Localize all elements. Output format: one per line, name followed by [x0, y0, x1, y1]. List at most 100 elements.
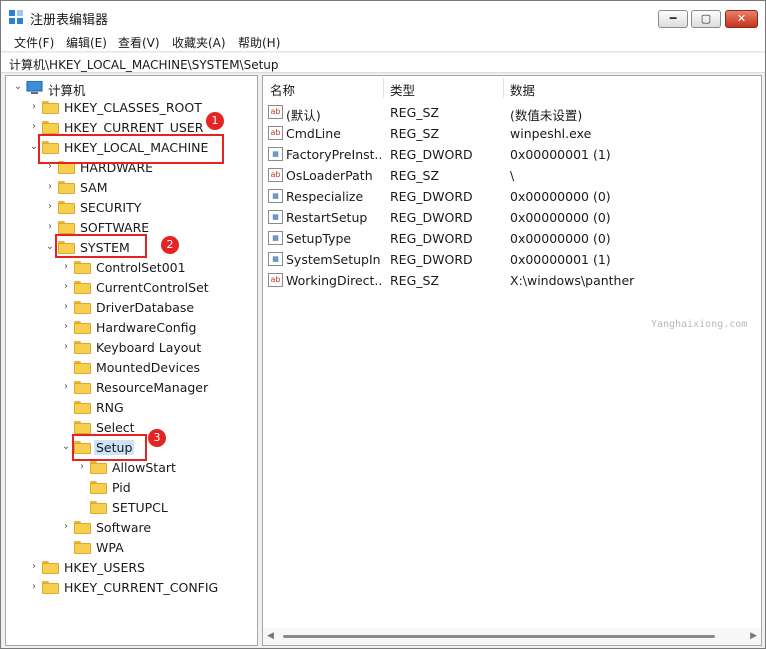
title-bar[interactable]: 注册表编辑器 ━ ▢ ✕: [1, 1, 765, 31]
folder-icon: [90, 481, 107, 494]
value-row[interactable]: ▦ RestartSetup REG_DWORD 0x00000000 (0): [263, 207, 761, 228]
value-name: WorkingDirect...: [286, 273, 381, 288]
tree-item-hkey-current-config[interactable]: › HKEY_CURRENT_CONFIG: [28, 578, 238, 598]
tree-item-keyboard-layout[interactable]: › Keyboard Layout: [60, 338, 240, 358]
folder-icon: [90, 461, 107, 474]
folder-icon: [74, 301, 91, 314]
column-header-name[interactable]: 名称: [270, 80, 295, 99]
chevron-right-icon[interactable]: ›: [76, 460, 88, 474]
tree-item-mounteddevices[interactable]: MountedDevices: [60, 358, 240, 378]
tree-item-pid[interactable]: Pid: [76, 478, 246, 498]
tree-item-allowstart[interactable]: › AllowStart: [76, 458, 246, 478]
tree-item-label: 计算机: [48, 83, 86, 98]
menu-view[interactable]: 查看(V): [118, 34, 160, 51]
menu-file[interactable]: 文件(F): [14, 34, 54, 51]
folder-icon: [74, 341, 91, 354]
value-row[interactable]: ▦ SystemSetupIn... REG_DWORD 0x00000001 …: [263, 249, 761, 270]
tree-item-label: ControlSet001: [96, 260, 186, 275]
chevron-right-icon[interactable]: ›: [44, 220, 56, 234]
maximize-button[interactable]: ▢: [691, 10, 721, 28]
address-path[interactable]: 计算机\HKEY_LOCAL_MACHINE\SYSTEM\Setup: [9, 56, 279, 73]
string-value-icon: ab: [268, 126, 283, 140]
value-row[interactable]: ▦ Respecialize REG_DWORD 0x00000000 (0): [263, 186, 761, 207]
window-title: 注册表编辑器: [30, 13, 109, 28]
chevron-right-icon[interactable]: ›: [60, 380, 72, 394]
dword-value-icon: ▦: [268, 210, 283, 224]
tree-item-hkey-classes-root[interactable]: › HKEY_CLASSES_ROOT: [28, 98, 228, 118]
value-row[interactable]: ab WorkingDirect... REG_SZ X:\windows\pa…: [263, 270, 761, 291]
key-tree-pane[interactable]: ⌄ 计算机 › HKEY_CLASSES_ROOT › HKEY_CURRENT…: [5, 75, 258, 646]
highlight-box-system: [55, 234, 147, 258]
value-data: \: [510, 168, 515, 183]
value-name: (默认): [286, 108, 321, 123]
chevron-right-icon[interactable]: ›: [28, 580, 40, 594]
tree-item-controlset001[interactable]: › ControlSet001: [60, 258, 240, 278]
chevron-down-icon[interactable]: ⌄: [60, 440, 72, 454]
chevron-right-icon[interactable]: ›: [44, 180, 56, 194]
scrollbar-thumb[interactable]: [283, 635, 715, 638]
value-row[interactable]: ▦ SetupType REG_DWORD 0x00000000 (0): [263, 228, 761, 249]
menu-help[interactable]: 帮助(H): [238, 34, 280, 51]
string-value-icon: ab: [268, 168, 283, 182]
value-data: (数值未设置): [510, 108, 583, 123]
close-button[interactable]: ✕: [725, 10, 758, 28]
watermark: Yanghaixiong.com: [651, 319, 748, 330]
tree-item-driverdatabase[interactable]: › DriverDatabase: [60, 298, 240, 318]
column-header-data[interactable]: 数据: [510, 80, 535, 99]
chevron-right-icon[interactable]: ›: [28, 560, 40, 574]
tree-item-label: CurrentControlSet: [96, 280, 209, 295]
menu-favorites[interactable]: 收藏夹(A): [172, 34, 226, 51]
scroll-right-icon[interactable]: ▶: [750, 631, 757, 641]
tree-item-label: SECURITY: [80, 200, 142, 215]
tree-item-hardwareconfig[interactable]: › HardwareConfig: [60, 318, 240, 338]
tree-item-wpa[interactable]: WPA: [60, 538, 240, 558]
tree-item-computer[interactable]: ⌄ 计算机: [12, 78, 212, 98]
value-row[interactable]: ab OsLoaderPath REG_SZ \: [263, 165, 761, 186]
value-row[interactable]: ab CmdLine REG_SZ winpeshl.exe: [263, 123, 761, 144]
value-type: REG_DWORD: [390, 231, 473, 246]
tree-item-label: HKEY_CURRENT_USER: [64, 120, 204, 135]
value-name: OsLoaderPath: [286, 168, 373, 183]
value-name: Respecialize: [286, 189, 364, 204]
chevron-right-icon[interactable]: ›: [60, 260, 72, 274]
chevron-right-icon[interactable]: ›: [44, 200, 56, 214]
chevron-right-icon[interactable]: ›: [28, 100, 40, 114]
chevron-right-icon[interactable]: ›: [60, 280, 72, 294]
column-header-type[interactable]: 类型: [390, 80, 415, 99]
tree-item-currentcontrolset[interactable]: › CurrentControlSet: [60, 278, 240, 298]
value-row[interactable]: ▦ FactoryPreInst... REG_DWORD 0x00000001…: [263, 144, 761, 165]
tree-item-software-sub[interactable]: › Software: [60, 518, 240, 538]
minimize-button[interactable]: ━: [658, 10, 688, 28]
tree-item-hkey-users[interactable]: › HKEY_USERS: [28, 558, 228, 578]
highlight-box-setup: [72, 434, 147, 461]
value-type: REG_DWORD: [390, 189, 473, 204]
tree-item-setupcl[interactable]: SETUPCL: [76, 498, 246, 518]
folder-icon: [42, 101, 59, 114]
menu-bar: 文件(F) 编辑(E) 查看(V) 收藏夹(A) 帮助(H): [1, 31, 765, 52]
tree-item-resourcemanager[interactable]: › ResourceManager: [60, 378, 240, 398]
chevron-down-icon[interactable]: ⌄: [12, 80, 24, 94]
chevron-right-icon[interactable]: ›: [28, 120, 40, 134]
column-divider[interactable]: [503, 78, 504, 98]
scroll-left-icon[interactable]: ◀: [267, 631, 274, 641]
horizontal-scrollbar[interactable]: ◀ ▶: [263, 628, 761, 645]
value-row[interactable]: ab (默认) REG_SZ (数值未设置): [263, 102, 761, 123]
folder-icon: [74, 281, 91, 294]
column-divider[interactable]: [383, 78, 384, 98]
address-bar[interactable]: 计算机\HKEY_LOCAL_MACHINE\SYSTEM\Setup: [1, 53, 765, 73]
value-data: winpeshl.exe: [510, 126, 592, 141]
tree-item-security[interactable]: › SECURITY: [44, 198, 224, 218]
chevron-right-icon[interactable]: ›: [60, 520, 72, 534]
tree-item-label: RNG: [96, 400, 124, 415]
tree-item-sam[interactable]: › SAM: [44, 178, 224, 198]
chevron-right-icon[interactable]: ›: [60, 340, 72, 354]
folder-icon: [58, 181, 75, 194]
tree-item-label: MountedDevices: [96, 360, 201, 375]
values-list-pane[interactable]: 名称 类型 数据 ab (默认) REG_SZ (数值未设置) ab CmdLi…: [262, 75, 762, 646]
menu-edit[interactable]: 编辑(E): [66, 34, 107, 51]
value-type: REG_DWORD: [390, 210, 473, 225]
string-value-icon: ab: [268, 273, 283, 287]
chevron-right-icon[interactable]: ›: [60, 300, 72, 314]
tree-item-rng[interactable]: RNG: [60, 398, 240, 418]
chevron-right-icon[interactable]: ›: [60, 320, 72, 334]
